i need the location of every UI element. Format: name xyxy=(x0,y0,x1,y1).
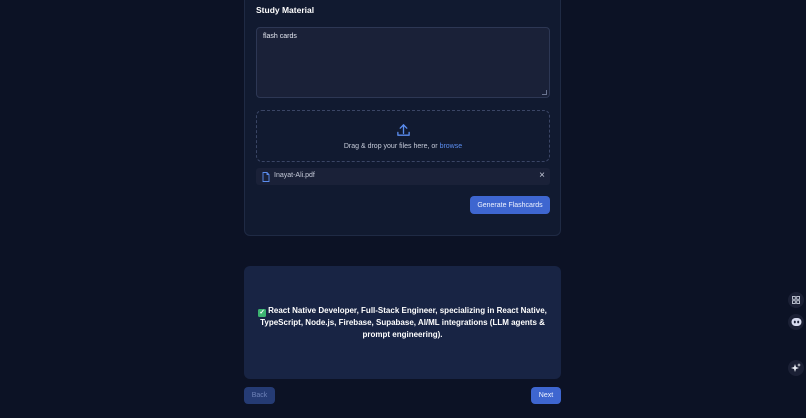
grid-icon xyxy=(792,296,800,304)
bot-icon xyxy=(791,318,801,326)
file-dropzone[interactable]: Drag & drop your files here, or browse xyxy=(256,110,550,162)
next-button[interactable]: Next xyxy=(531,387,561,404)
close-icon[interactable]: × xyxy=(539,170,545,182)
study-material-textarea[interactable]: flash cards xyxy=(256,27,550,98)
flashcard[interactable]: ✓ React Native Developer, Full-Stack Engi… xyxy=(244,266,561,379)
textarea-value: flash cards xyxy=(263,33,297,40)
flashcard-text: React Native Developer, Full-Stack Engin… xyxy=(260,306,547,339)
study-material-panel: Study Material flash cards Drag & drop y… xyxy=(244,0,561,236)
dropzone-instruction: Drag & drop your files here, or xyxy=(343,143,440,150)
file-icon xyxy=(262,172,270,182)
resize-grip[interactable] xyxy=(542,90,547,95)
check-mark-icon: ✓ xyxy=(258,309,267,317)
ai-sparkle-button[interactable] xyxy=(788,360,804,376)
uploaded-file-item: Inayat-Ali.pdf × xyxy=(256,168,550,185)
file-name: Inayat-Ali.pdf xyxy=(274,172,315,179)
upload-icon xyxy=(397,124,410,136)
grid-tool-button[interactable] xyxy=(788,292,804,308)
sparkle-icon xyxy=(791,363,801,372)
section-title: Study Material xyxy=(256,5,315,15)
browse-link[interactable]: browse xyxy=(440,143,463,150)
generate-flashcards-button[interactable]: Generate Flashcards xyxy=(470,196,550,214)
dropzone-text: Drag & drop your files here, or browse xyxy=(257,143,549,150)
flashcard-content: ✓ React Native Developer, Full-Stack Engi… xyxy=(252,305,553,340)
assistant-bot-button[interactable] xyxy=(788,314,804,330)
back-button[interactable]: Back xyxy=(244,387,275,404)
